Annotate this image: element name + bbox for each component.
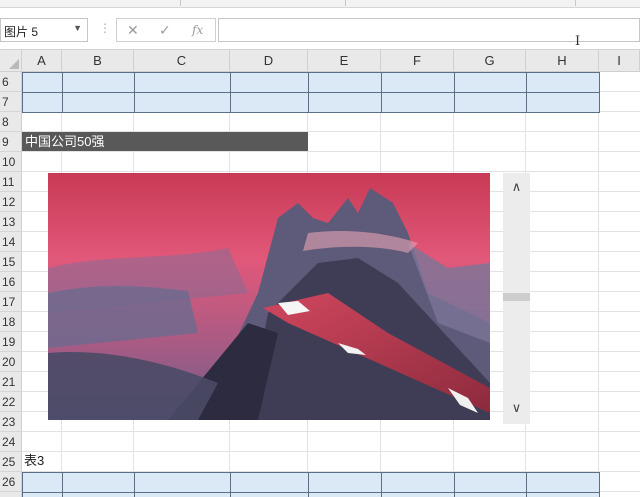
row-header[interactable]: 27 [0,492,22,497]
mountain-photo-icon[interactable] [48,173,490,420]
table-cell[interactable] [308,92,382,113]
table-cell[interactable] [230,492,309,497]
row-header[interactable]: 19 [0,332,22,352]
formula-bar: 图片 5 ▼ ⋮ ✕ ✓ fx I [0,8,640,50]
table-cell[interactable] [526,72,600,93]
column-header[interactable]: C [134,50,230,72]
ribbon-separator [180,0,181,6]
row-header[interactable]: 8 [0,112,22,132]
row-header[interactable]: 24 [0,432,22,452]
row-header[interactable]: 12 [0,192,22,212]
row-header[interactable]: 22 [0,392,22,412]
table-cell[interactable] [62,72,135,93]
table-cell[interactable] [381,492,455,497]
text-cursor-icon: I [575,34,581,49]
table-cell[interactable] [134,472,231,493]
row-header[interactable]: 6 [0,72,22,92]
table-cell[interactable] [381,472,455,493]
row-header[interactable]: 7 [0,92,22,112]
row-header[interactable]: 18 [0,312,22,332]
column-header[interactable]: E [308,50,381,72]
table-cell[interactable] [454,472,527,493]
row-header[interactable]: 14 [0,232,22,252]
drag-handle-icon[interactable]: ⋮ [99,21,111,35]
formula-buttons: ✕ ✓ fx [116,18,216,42]
table-cell[interactable] [134,72,231,93]
chevron-up-icon[interactable]: ∧ [503,179,530,197]
table-cell[interactable] [308,472,382,493]
gridline [22,431,640,432]
row-header[interactable]: 26 [0,472,22,492]
table-cell[interactable] [22,92,63,113]
ribbon-separator [575,0,576,6]
vertical-scrollbar[interactable]: ∧ ∨ [503,173,530,424]
table-cell[interactable] [230,472,309,493]
row-header[interactable]: 13 [0,212,22,232]
name-box[interactable]: 图片 5 ▼ [0,18,88,42]
row-header[interactable]: 21 [0,372,22,392]
scrollbar-thumb[interactable] [503,292,530,301]
table-cell[interactable] [62,92,135,113]
table-cell[interactable] [22,492,63,497]
column-header[interactable]: G [454,50,526,72]
table-cell[interactable] [454,72,527,93]
table-cell[interactable] [134,492,231,497]
cancel-icon[interactable]: ✕ [127,22,139,39]
table-cell[interactable] [526,492,600,497]
column-header[interactable]: D [230,50,308,72]
row-header[interactable]: 16 [0,272,22,292]
name-box-value: 图片 5 [4,25,39,39]
table-cell[interactable] [526,92,600,113]
table-cell[interactable] [230,72,309,93]
row-header[interactable]: 23 [0,412,22,432]
insert-function-icon[interactable]: fx [192,23,203,37]
column-header[interactable]: B [62,50,134,72]
ribbon-separator [345,0,346,6]
select-all-button[interactable] [0,50,22,72]
column-header[interactable]: A [22,50,62,72]
row-header[interactable]: 20 [0,352,22,372]
table-cell[interactable] [454,92,527,113]
table-cell[interactable] [526,472,600,493]
gridline [598,72,599,497]
table-cell[interactable] [134,92,231,113]
row-header[interactable]: 9 [0,132,22,152]
gridline [22,451,640,452]
row-header[interactable]: 25 [0,452,22,472]
table-cell[interactable] [454,492,527,497]
table-cell[interactable] [308,492,382,497]
gridline [22,171,640,172]
row-header[interactable]: 17 [0,292,22,312]
table-cell[interactable] [308,72,382,93]
table-cell[interactable] [230,92,309,113]
table-cell[interactable] [62,472,135,493]
ribbon-strip [0,0,640,8]
column-header[interactable]: H [526,50,599,72]
row-header[interactable]: 11 [0,172,22,192]
chevron-down-icon[interactable]: ▼ [73,23,82,33]
enter-icon[interactable]: ✓ [159,22,171,39]
table-cell[interactable] [62,492,135,497]
banner-cell[interactable]: 中国公司50强 [22,132,308,151]
gridline [22,151,640,152]
chevron-down-icon[interactable]: ∨ [503,400,530,418]
table-cell[interactable] [381,72,455,93]
row-header[interactable]: 10 [0,152,22,172]
column-header[interactable]: F [381,50,454,72]
table3-label[interactable]: 表3 [24,453,44,469]
table-cell[interactable] [22,72,63,93]
table-cell[interactable] [381,92,455,113]
column-header[interactable]: I [599,50,640,72]
row-header[interactable]: 15 [0,252,22,272]
table-cell[interactable] [22,472,63,493]
